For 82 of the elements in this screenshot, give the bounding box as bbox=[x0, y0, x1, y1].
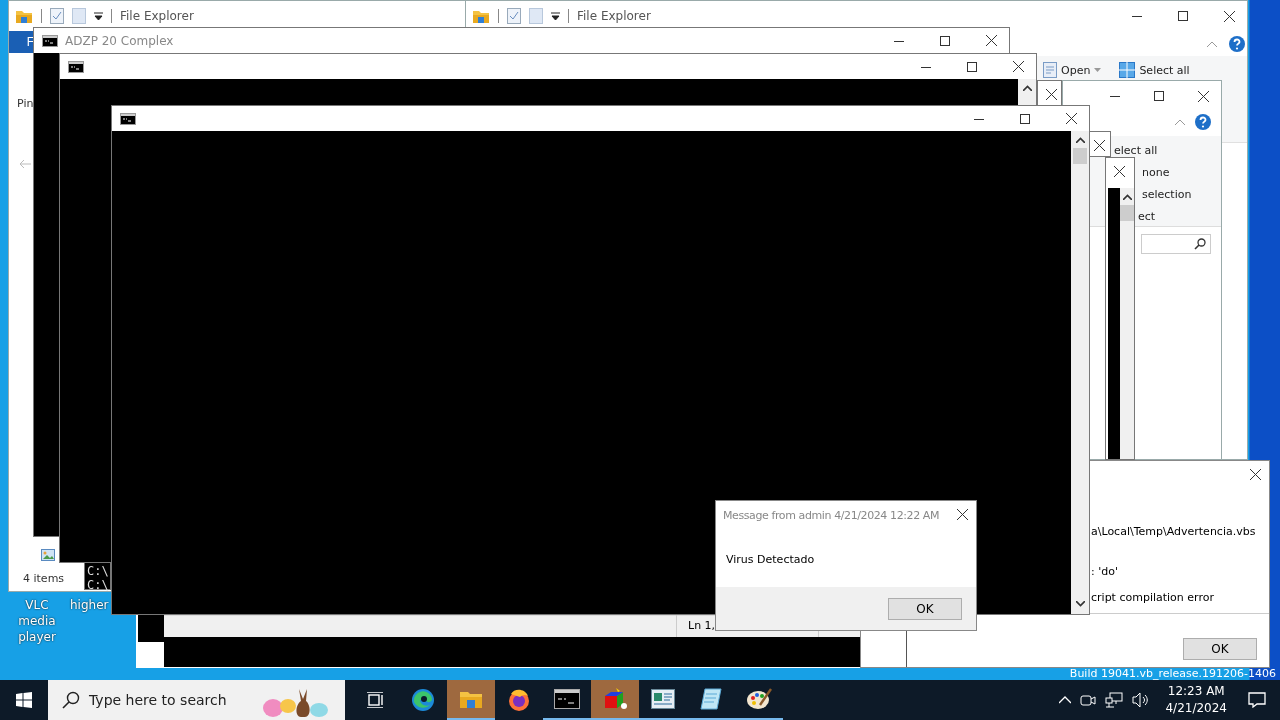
scroll-down-icon[interactable] bbox=[1075, 601, 1085, 607]
maximize-icon[interactable] bbox=[1178, 11, 1188, 21]
network-icon[interactable] bbox=[1105, 692, 1124, 708]
error-text: cript compilation error bbox=[1091, 591, 1214, 604]
dropdown-icon[interactable] bbox=[551, 12, 560, 20]
start-icon[interactable] bbox=[16, 692, 32, 708]
status-text: Ln 1, bbox=[688, 619, 716, 632]
console-icon bbox=[68, 60, 84, 73]
browser-icon[interactable] bbox=[411, 688, 435, 712]
grid-icon bbox=[1119, 62, 1136, 78]
folder-icon[interactable] bbox=[459, 689, 483, 709]
close-icon[interactable] bbox=[1066, 113, 1077, 124]
palette-icon[interactable] bbox=[746, 687, 772, 711]
close-icon[interactable] bbox=[1114, 166, 1125, 177]
collapse-icon[interactable] bbox=[1175, 119, 1185, 125]
ribbon-button[interactable]: Select all bbox=[1119, 62, 1190, 78]
clock-date: 4/21/2024 bbox=[1165, 700, 1227, 717]
camera-icon[interactable] bbox=[1080, 693, 1097, 707]
task-view-icon[interactable] bbox=[366, 692, 384, 708]
search-placeholder: Type here to search bbox=[89, 692, 227, 708]
scrollbar[interactable] bbox=[1018, 79, 1036, 105]
scroll-thumb[interactable] bbox=[1120, 205, 1134, 221]
dialog-title: Message from admin 4/21/2024 12:22 AM bbox=[723, 509, 940, 522]
close-icon[interactable] bbox=[986, 35, 997, 46]
message-text: Virus Detectado bbox=[726, 553, 815, 566]
maximize-icon[interactable] bbox=[967, 61, 977, 72]
terminal-icon[interactable] bbox=[554, 689, 580, 709]
open-icon bbox=[1043, 62, 1057, 78]
console-line: C:\ bbox=[87, 578, 109, 592]
browser-icon[interactable] bbox=[507, 688, 531, 712]
search-field[interactable]: Type here to search bbox=[48, 680, 345, 720]
notification-icon[interactable] bbox=[1248, 692, 1266, 708]
volume-icon[interactable] bbox=[1132, 692, 1151, 708]
search-icon[interactable] bbox=[1194, 238, 1206, 250]
scroll-up-icon[interactable] bbox=[1122, 194, 1132, 200]
search-icon bbox=[62, 691, 80, 709]
collapse-icon[interactable] bbox=[1207, 41, 1217, 47]
dropdown-caret-icon[interactable] bbox=[1094, 68, 1102, 72]
error-text: a\Local\Temp\Advertencia.vbs bbox=[1091, 525, 1256, 538]
window-title: ADZP 20 Complex bbox=[65, 33, 174, 48]
notepad-icon[interactable] bbox=[699, 688, 723, 710]
window-title: File Explorer bbox=[120, 9, 194, 23]
scroll-up-icon[interactable] bbox=[1022, 85, 1032, 91]
close-icon[interactable] bbox=[1094, 140, 1105, 151]
maximize-icon[interactable] bbox=[940, 35, 950, 46]
error-text: : 'do' bbox=[1091, 565, 1118, 578]
close-icon[interactable] bbox=[1046, 89, 1057, 100]
cube-icon[interactable] bbox=[602, 686, 628, 712]
scroll-thumb[interactable] bbox=[1073, 148, 1087, 164]
window-icon[interactable] bbox=[651, 689, 675, 709]
scrollbar[interactable] bbox=[1120, 188, 1134, 459]
nav-label: Pin bbox=[17, 97, 34, 110]
maximize-icon[interactable] bbox=[1020, 113, 1030, 124]
ribbon-button[interactable]: selection bbox=[1142, 188, 1192, 201]
ribbon-button[interactable]: Open bbox=[1043, 62, 1102, 78]
dropdown-icon[interactable] bbox=[94, 12, 103, 20]
help-icon[interactable] bbox=[1229, 36, 1245, 52]
image-file-icon[interactable] bbox=[41, 549, 55, 561]
scroll-up-icon[interactable] bbox=[1075, 137, 1085, 143]
console-icon bbox=[120, 112, 136, 125]
ribbon-button[interactable]: ect bbox=[1138, 210, 1156, 223]
build-text: Build 19041.vb_release.191206-1406 bbox=[1069, 668, 1276, 680]
ribbon-button[interactable]: none bbox=[1142, 166, 1170, 179]
maximize-icon[interactable] bbox=[1154, 91, 1164, 101]
chevron-up-icon[interactable] bbox=[1059, 696, 1072, 704]
close-icon[interactable] bbox=[957, 509, 968, 520]
status-text: 4 items bbox=[23, 572, 65, 585]
close-icon[interactable] bbox=[1224, 10, 1235, 22]
ok-button[interactable]: OK bbox=[888, 598, 962, 620]
folder-icon[interactable] bbox=[15, 8, 33, 24]
close-icon[interactable] bbox=[1013, 61, 1024, 72]
clock-time: 12:23 AM bbox=[1167, 683, 1225, 700]
ribbon-button[interactable]: elect all bbox=[1114, 144, 1158, 157]
console-icon bbox=[42, 34, 58, 47]
console-line: C:\ bbox=[87, 564, 109, 578]
help-icon[interactable] bbox=[1195, 114, 1211, 130]
scrollbar[interactable] bbox=[1071, 131, 1089, 614]
window-title: File Explorer bbox=[577, 9, 651, 23]
close-icon[interactable] bbox=[1198, 90, 1209, 102]
ok-button[interactable]: OK bbox=[1183, 638, 1257, 660]
folder-icon[interactable] bbox=[472, 8, 490, 24]
close-icon[interactable] bbox=[1250, 469, 1261, 480]
